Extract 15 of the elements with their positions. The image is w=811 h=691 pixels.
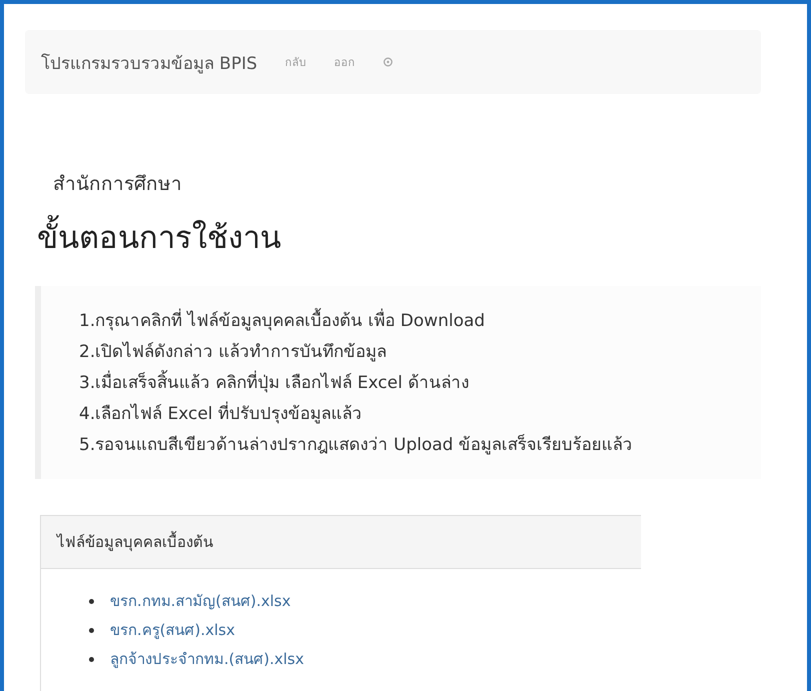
file-link[interactable]: ขรก.กทม.สามัญ(สนศ).xlsx: [110, 589, 291, 613]
bullet-icon: [89, 598, 94, 604]
page-heading: ขั้นตอนการใช้งาน: [37, 212, 761, 262]
file-link[interactable]: ขรก.ครู(สนศ).xlsx: [110, 618, 235, 642]
instruction-step: 5.รอจนแถบสีเขียวด้านล่างปรากฎแสดงว่า Upload ข้อมูลเสร็จเรียบร้อยแล้ว: [79, 430, 761, 457]
instruction-step: 3.เมื่อเสร็จสิ้นแล้ว คลิกที่ปุ่ม เลือกไฟล์ Excel ด้านล่าง: [79, 368, 761, 395]
instruction-step: 4.เลือกไฟล์ Excel ที่ปรับปรุงข้อมูลแล้ว: [79, 399, 761, 426]
instruction-step: 1.กรุณาคลิกที่ ไฟล์ข้อมูลบุคคลเบื้องต้น เพื่อ Download: [79, 306, 761, 333]
instruction-step: 2.เปิดไฟล์ดังกล่าว แล้วทำการบันทึกข้อมูล: [79, 337, 761, 364]
bullet-icon: [89, 628, 94, 632]
subtitle: สำนักการศึกษา: [53, 172, 183, 197]
app-title[interactable]: โปรแกรมรวบรวมข้อมูล BPIS: [41, 48, 258, 76]
file-link[interactable]: ลูกจ้างประจำกทม.(สนศ).xlsx: [110, 647, 304, 671]
panel-heading: ไฟล์ข้อมูลบุคคลเบื้องต้น: [41, 516, 641, 569]
bullet-icon: [89, 656, 94, 662]
